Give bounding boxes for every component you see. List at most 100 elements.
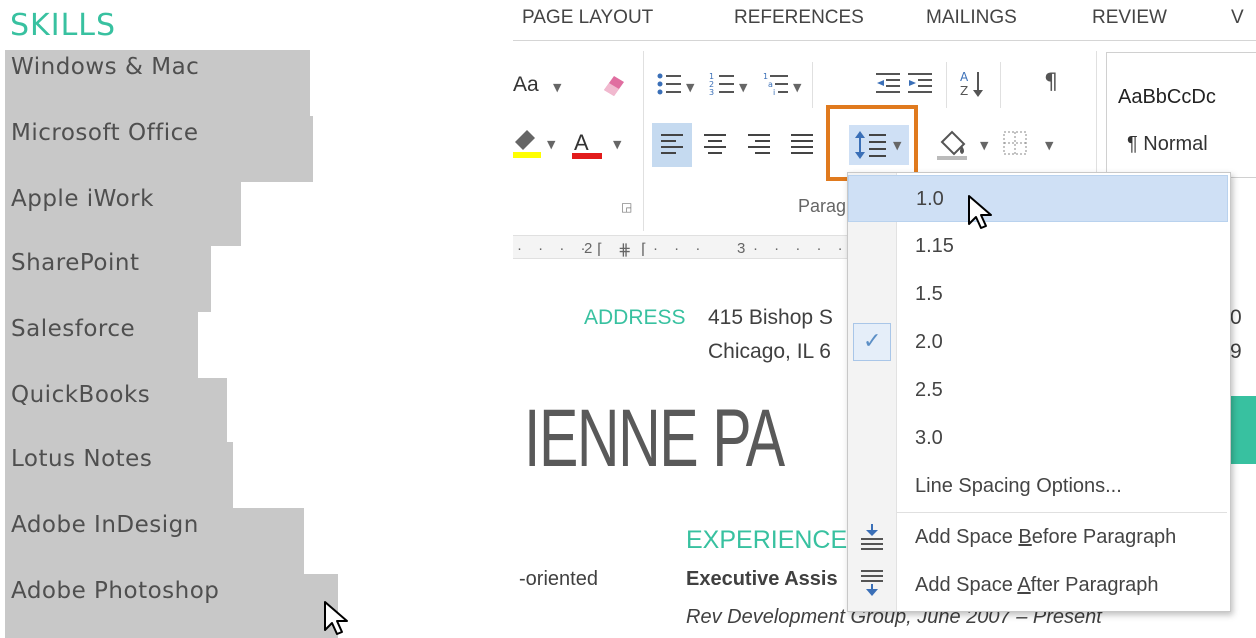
address-line: Chicago, IL 6: [708, 340, 831, 363]
skills-heading: SKILLS: [10, 8, 117, 43]
option-label: Add Space Before Paragraph: [915, 526, 1177, 548]
indent-marker-icon[interactable]: ⋕: [618, 240, 631, 260]
increase-indent-icon[interactable]: [906, 70, 934, 98]
align-center-icon[interactable]: [703, 132, 729, 158]
dialog-launcher-icon[interactable]: ◲: [621, 200, 632, 214]
chevron-down-icon[interactable]: ▼: [1045, 139, 1053, 152]
option-label: Add Space After Paragraph: [915, 574, 1159, 596]
skill-item[interactable]: Adobe Photoshop: [5, 574, 338, 638]
option-label: 1.15: [915, 235, 954, 257]
style-normal[interactable]: ¶ Normal: [1127, 133, 1208, 156]
skill-item[interactable]: Windows & Mac: [5, 50, 310, 116]
skill-label: Apple iWork: [11, 186, 154, 212]
mouse-cursor-icon: [324, 601, 348, 635]
job-title: Executive Assis: [686, 568, 838, 590]
line-spacing-icon: [855, 131, 886, 159]
mouse-cursor-icon: [968, 195, 992, 229]
sort-icon[interactable]: AZ: [958, 68, 986, 100]
multilevel-list-icon[interactable]: 1 a i: [762, 70, 790, 98]
skill-item[interactable]: Lotus Notes: [5, 442, 233, 508]
skill-label: Windows & Mac: [11, 54, 200, 80]
skill-item[interactable]: QuickBooks: [5, 378, 227, 442]
svg-text:3: 3: [709, 88, 714, 97]
option-label: 1.0: [916, 188, 944, 210]
add-space-before-item[interactable]: Add Space Before Paragraph: [848, 514, 1228, 561]
justify-icon[interactable]: [790, 132, 816, 158]
separator: [812, 62, 813, 108]
decrease-indent-icon[interactable]: [874, 70, 902, 98]
bullets-icon[interactable]: [655, 70, 683, 98]
ruler-dots: · · · · ·: [753, 240, 849, 257]
line-spacing-options-item[interactable]: Line Spacing Options...: [848, 463, 1228, 510]
resume-name: IENNE PA: [524, 393, 785, 484]
line-spacing-option-2-5[interactable]: 2.5: [848, 367, 1228, 414]
ruler-mark: 3: [737, 240, 746, 257]
add-space-after-item[interactable]: Add Space After Paragraph: [848, 562, 1228, 609]
ruler-tab-icon: ⌈: [597, 241, 603, 258]
align-right-icon[interactable]: [747, 132, 773, 158]
line-spacing-option-1-5[interactable]: 1.5: [848, 271, 1228, 318]
skill-item[interactable]: Salesforce: [5, 312, 198, 378]
skill-item[interactable]: Apple iWork: [5, 182, 241, 246]
line-spacing-menu: 1.0 1.15 1.5 ✓ 2.0 2.5 3.0 Line Spacing …: [847, 172, 1231, 612]
styles-gallery[interactable]: [1106, 52, 1256, 178]
pilcrow-icon[interactable]: ¶: [1044, 70, 1058, 95]
skill-label: Adobe InDesign: [11, 512, 199, 538]
body-text: -oriented: [519, 568, 598, 590]
chevron-down-icon[interactable]: ▼: [547, 138, 555, 151]
chevron-down-icon[interactable]: ▼: [613, 138, 621, 151]
numbering-icon[interactable]: 123: [708, 70, 736, 98]
font-color-icon[interactable]: A: [571, 126, 605, 162]
tab-view[interactable]: V: [1231, 7, 1244, 29]
ribbon-tab-bar: PAGE LAYOUT REFERENCES MAILINGS REVIEW V: [513, 0, 1256, 40]
contact-text: 0: [1230, 306, 1242, 329]
contact-text: 9: [1230, 340, 1242, 363]
tab-page-layout[interactable]: PAGE LAYOUT: [522, 7, 653, 29]
teal-accent-block: [1228, 396, 1256, 464]
skill-label: Adobe Photoshop: [11, 578, 220, 604]
line-spacing-option-2-0[interactable]: 2.0: [848, 319, 1228, 366]
space-after-icon: [861, 570, 883, 596]
option-label: 1.5: [915, 283, 943, 305]
line-spacing-option-1-15[interactable]: 1.15: [848, 223, 1228, 270]
option-label: 2.0: [915, 331, 943, 353]
skill-item[interactable]: Microsoft Office: [5, 116, 313, 182]
svg-text:Z: Z: [960, 84, 968, 98]
ruler-dots: · · ·: [653, 240, 707, 257]
experience-heading: EXPERIENCE: [686, 526, 848, 554]
svg-text:i: i: [773, 88, 775, 97]
horizontal-ruler[interactable]: · · · · 2 ⌈ ⋕ ⌈ · · · 3 · · · · ·: [513, 235, 853, 259]
svg-text:A: A: [960, 70, 969, 84]
line-spacing-option-3-0[interactable]: 3.0: [848, 415, 1228, 462]
chevron-down-icon[interactable]: ▼: [739, 81, 747, 94]
space-before-icon: [861, 524, 883, 550]
svg-text:A: A: [574, 130, 589, 155]
highlight-color-icon[interactable]: [513, 126, 543, 160]
tab-review[interactable]: REVIEW: [1092, 7, 1167, 29]
skill-label: Salesforce: [11, 316, 136, 342]
separator: [1000, 62, 1001, 108]
separator: [643, 62, 644, 108]
ruler-tab-icon: ⌈: [641, 241, 647, 258]
borders-icon[interactable]: [1002, 130, 1030, 158]
skill-item[interactable]: Adobe InDesign: [5, 508, 304, 574]
align-left-icon[interactable]: [660, 132, 686, 158]
chevron-down-icon: ▼: [893, 139, 902, 152]
tab-mailings[interactable]: MAILINGS: [926, 7, 1017, 29]
ruler-dots: · · · ·: [517, 240, 592, 257]
chevron-down-icon[interactable]: ▼: [686, 81, 694, 94]
clear-formatting-icon[interactable]: [598, 70, 628, 100]
skill-label: SharePoint: [11, 250, 140, 276]
shading-icon[interactable]: [936, 128, 972, 162]
chevron-down-icon[interactable]: ▼: [980, 139, 988, 152]
line-spacing-option-1-0[interactable]: 1.0: [848, 175, 1228, 222]
chevron-down-icon[interactable]: ▼: [793, 81, 801, 94]
skill-item[interactable]: SharePoint: [5, 246, 211, 312]
ruler-mark: 2: [584, 240, 593, 257]
chevron-down-icon[interactable]: ▼: [553, 81, 561, 94]
skill-label: Lotus Notes: [11, 446, 153, 472]
tab-references[interactable]: REFERENCES: [734, 7, 864, 29]
change-case-button[interactable]: Aa: [513, 73, 539, 97]
separator: [946, 62, 947, 108]
address-label: ADDRESS: [584, 306, 686, 329]
